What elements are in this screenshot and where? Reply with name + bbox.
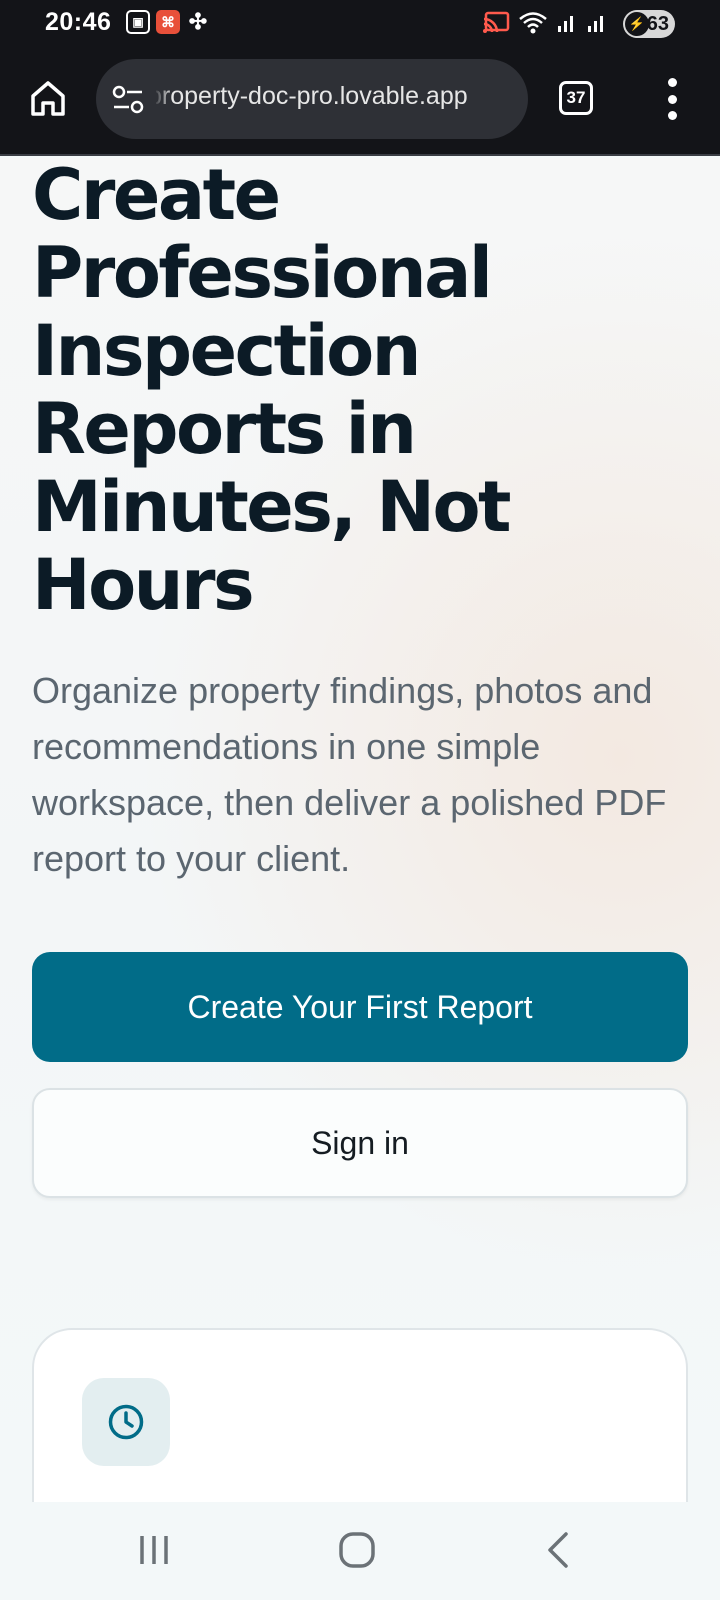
feature-card	[32, 1328, 688, 1502]
back-icon[interactable]	[544, 1530, 574, 1570]
home-icon[interactable]	[338, 1530, 376, 1570]
status-time: 20:46	[45, 8, 112, 36]
battery-indicator: ⚡ 63	[623, 10, 675, 38]
url-text: property-doc-pro.lovable.app	[156, 82, 468, 110]
hero-title: Create Professional Inspection Reports i…	[32, 158, 512, 626]
screenshot-icon: ▣	[126, 10, 150, 34]
page-content: Create Professional Inspection Reports i…	[0, 158, 720, 1502]
url-fade	[154, 79, 172, 119]
recent-apps-icon[interactable]	[138, 1530, 172, 1570]
home-icon[interactable]	[28, 78, 68, 118]
battery-level: 63	[646, 12, 669, 35]
address-bar[interactable]: property-doc-pro.lovable.app	[96, 59, 528, 139]
cast-icon	[483, 11, 510, 33]
hero-subtitle: Organize property findings, photos and r…	[32, 670, 667, 879]
tab-count: 37	[566, 88, 586, 107]
tabs-icon[interactable]: 37	[559, 81, 593, 115]
wifi-icon	[519, 12, 547, 34]
sign-in-button[interactable]: Sign in	[32, 1088, 688, 1198]
clock-icon	[108, 1404, 144, 1440]
signal-icon	[558, 16, 573, 32]
browser-toolbar: property-doc-pro.lovable.app 37	[0, 48, 720, 156]
more-menu-icon[interactable]	[660, 78, 684, 120]
status-bar: 20:46 ▣ ⌘ ✣ ⚡ 63	[0, 0, 720, 48]
site-settings-icon[interactable]	[112, 85, 144, 115]
notification-icons: ▣ ⌘ ✣	[126, 9, 210, 34]
battery-icon: ⚡	[625, 12, 649, 36]
signal-icon	[588, 16, 603, 32]
system-nav-bar	[0, 1502, 720, 1600]
app-notification-icon: ⌘	[156, 10, 180, 34]
create-first-report-button[interactable]: Create Your First Report	[32, 952, 688, 1062]
feature-icon-tile	[82, 1378, 170, 1466]
pinwheel-icon: ✣	[188, 9, 208, 34]
system-icons	[482, 10, 608, 34]
